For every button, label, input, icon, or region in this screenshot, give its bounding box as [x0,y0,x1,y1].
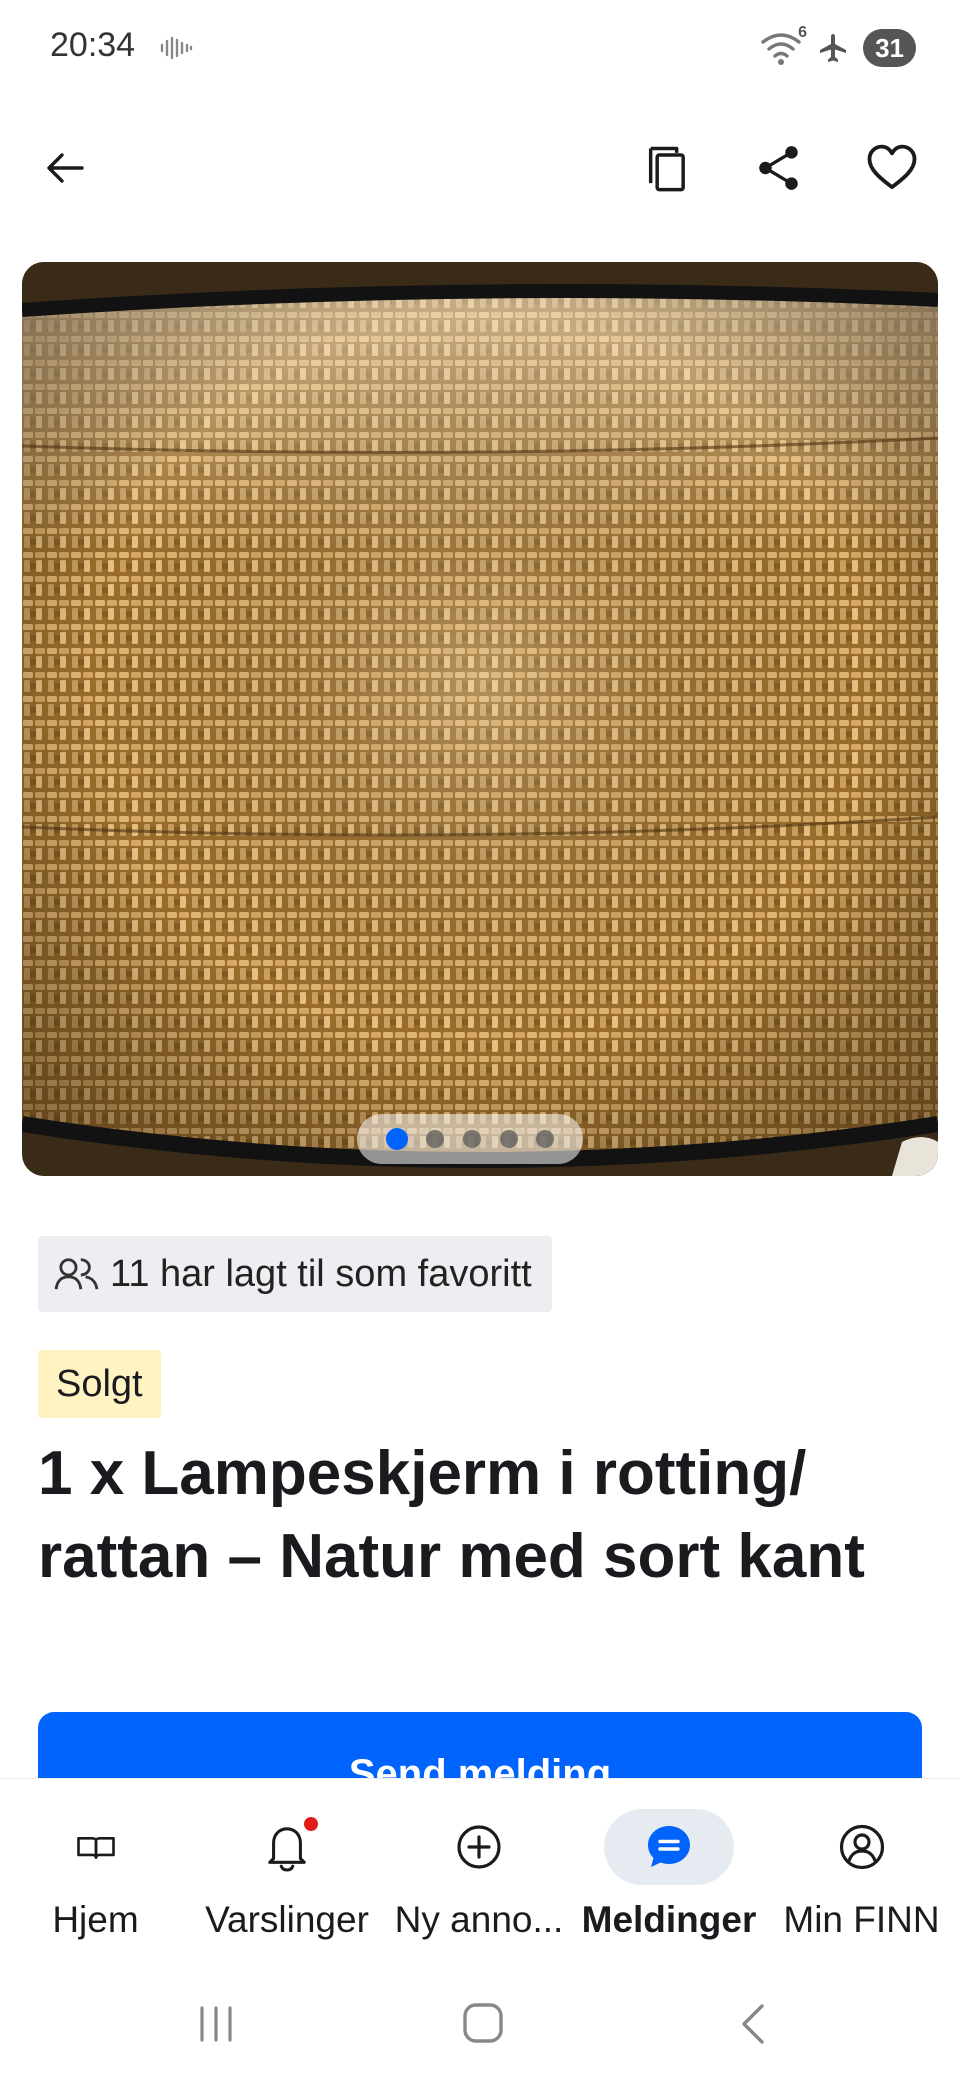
recent-apps-icon[interactable] [196,2004,236,2044]
status-time: 20:34 [50,26,136,64]
pager-dot [426,1130,445,1148]
image-carousel[interactable] [22,262,938,1176]
nav-icon-container [414,1809,544,1885]
listing-title: 1 x Lampeskjerm i rotting/ rattan – Natu… [38,1439,865,1591]
notification-dot [304,1817,318,1831]
voice-wave-icon [160,36,193,60]
nav-label-new-ad: Ny anno... [394,1899,564,1940]
bell-icon [268,1827,306,1872]
nav-label-notifications: Varslinger [205,1899,369,1940]
back-button[interactable] [30,132,102,204]
copy-icon [648,146,685,192]
pager-dot [462,1130,481,1148]
people-icon [54,1258,99,1290]
pager-dot-active [385,1128,408,1150]
share-icon [759,146,798,190]
carousel-pager [357,1114,583,1164]
nav-icon-container [31,1809,161,1885]
nav-label-messages: Meldinger [581,1899,757,1940]
nav-label-my-finn: Min FINN [783,1899,940,1940]
bottom-navigation: Hjem Varslinger Ny anno... Meldinger Min… [0,1778,960,1968]
copy-link-button[interactable] [632,132,704,204]
nav-label-home: Hjem [52,1899,139,1940]
home-icon[interactable] [462,2002,504,2044]
book-icon [76,1836,115,1859]
favorites-count-text: 11 har lagt til som favoritt [110,1252,532,1295]
pager-dot [536,1130,555,1148]
system-navigation-bar [0,1968,960,2080]
back-arrow-icon [47,153,84,183]
battery-indicator: 31 [863,29,916,67]
status-bar: 20:34 6 31 [0,0,960,96]
status-badge: Solgt [38,1350,161,1418]
nav-icon-container [604,1809,734,1885]
nav-item-my-finn[interactable]: Min FINN [774,1779,949,1969]
heart-icon [867,144,917,190]
nav-icon-container [797,1809,927,1885]
favorite-button[interactable] [856,132,928,204]
nav-item-home[interactable]: Hjem [28,1779,163,1969]
nav-item-new-ad[interactable]: Ny anno... [384,1779,574,1969]
pager-dot [499,1130,518,1148]
user-circle-icon [839,1824,884,1870]
send-message-container: Send melding [0,1712,960,1778]
send-message-button[interactable]: Send melding [38,1712,922,1778]
wifi-badge: 6 [798,24,808,41]
nav-icon-container [222,1809,352,1885]
wifi-icon: 6 [759,24,807,66]
plus-circle-icon [457,1825,501,1869]
favorites-count-chip: 11 har lagt til som favoritt [38,1236,552,1312]
system-back-icon[interactable] [738,2002,768,2046]
chat-icon [648,1826,690,1867]
share-button[interactable] [743,132,815,204]
airplane-icon [820,34,847,62]
nav-item-messages[interactable]: Meldinger [573,1779,765,1969]
top-app-bar [0,120,960,216]
listing-photo [22,262,938,1176]
nav-item-notifications[interactable]: Varslinger [192,1779,382,1969]
status-icons: 6 31 [759,24,916,68]
